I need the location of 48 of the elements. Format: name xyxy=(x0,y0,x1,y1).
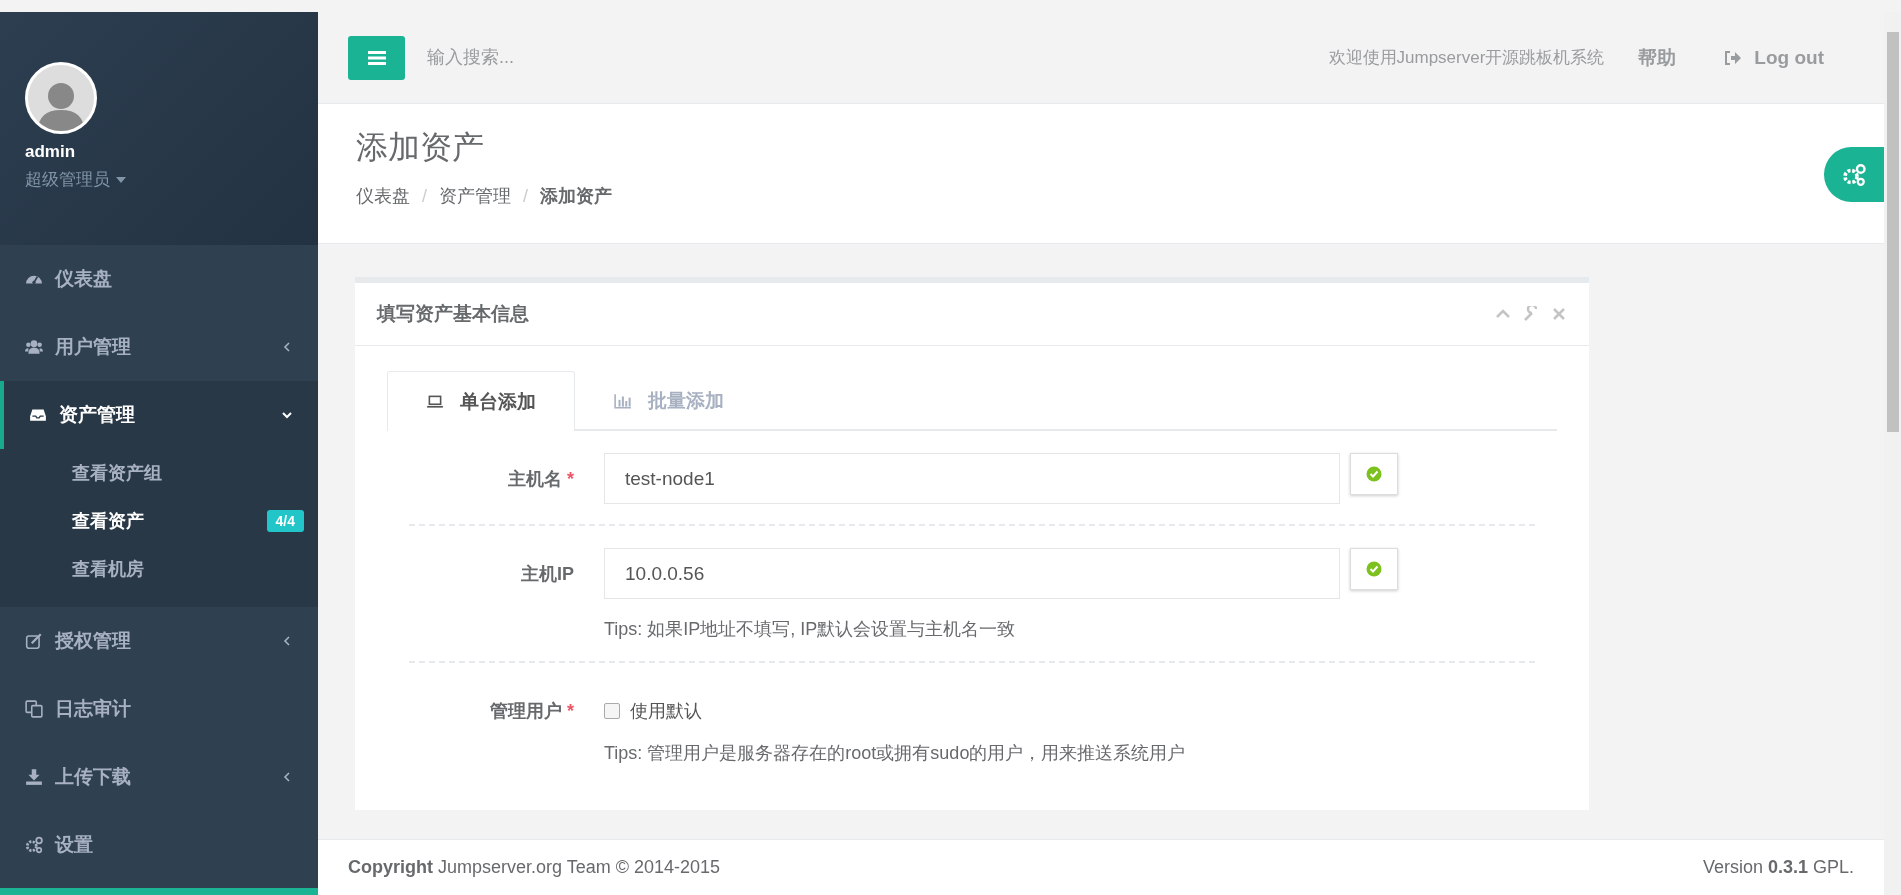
menu-icon xyxy=(367,50,386,65)
submenu-item[interactable]: 查看机房 xyxy=(0,545,318,593)
search-field[interactable]: 输入搜索... xyxy=(425,46,1309,69)
edit-icon xyxy=(25,632,43,650)
breadcrumb-link[interactable]: 仪表盘 xyxy=(356,184,410,208)
field-label: 管理用户 * xyxy=(488,700,574,723)
settings-button[interactable] xyxy=(1824,147,1884,202)
sidebar-item[interactable]: 仪表盘 xyxy=(0,245,318,313)
text-input[interactable]: test-node1 xyxy=(604,453,1340,504)
copy-icon xyxy=(25,700,43,718)
breadcrumb-link[interactable]: 资产管理 xyxy=(439,184,511,208)
gears-icon xyxy=(1842,162,1866,187)
tip-text: Tips: 如果IP地址不填写, IP默认会设置与主机名一致 xyxy=(604,618,1017,641)
sidebar-item[interactable]: 用户管理 xyxy=(0,313,318,381)
menu-button[interactable] xyxy=(348,35,405,80)
tip-text: Tips: 管理用户是服务器存在的root或拥有sudo的用户，用来推送系统用户 xyxy=(604,742,1187,765)
bar-chart-icon xyxy=(614,391,632,410)
user-role-dropdown[interactable]: 超级管理员 xyxy=(25,168,126,191)
copyright-text: Copyright Jumpserver.org Team © 2014-2015 xyxy=(348,857,721,878)
breadcrumb-separator: / xyxy=(422,185,427,207)
gears-icon xyxy=(25,836,43,854)
sidebar-item[interactable]: 日志审计 xyxy=(0,675,318,743)
card-title: 填写资产基本信息 xyxy=(377,302,530,326)
sidebar-item[interactable]: 授权管理 xyxy=(0,607,318,675)
field-label: 主机IP xyxy=(520,563,574,586)
breadcrumb-link[interactable]: 添加资产 xyxy=(540,184,613,208)
close-icon[interactable] xyxy=(1551,306,1567,322)
submenu-item[interactable]: 查看资产 4/4 xyxy=(0,497,318,545)
text-input[interactable]: 10.0.0.56 xyxy=(604,548,1340,599)
user-name: admin xyxy=(25,142,76,162)
caret-icon xyxy=(116,176,126,183)
download-icon xyxy=(25,768,43,786)
version-text: Version 0.3.1 GPL. xyxy=(1702,857,1854,878)
scrollbar-thumb[interactable] xyxy=(1886,32,1899,432)
count-badge: 4/4 xyxy=(266,510,304,532)
inbox-icon xyxy=(29,406,47,424)
sidebar-item[interactable]: 设置 xyxy=(0,811,318,879)
sidebar-item[interactable]: 上传下载 xyxy=(0,743,318,811)
submenu-item[interactable]: 查看资产组 xyxy=(0,449,318,497)
page-title: 添加资产 xyxy=(356,128,485,167)
breadcrumb-separator: / xyxy=(523,185,529,207)
sidebar-item[interactable]: 资产管理 xyxy=(0,381,318,449)
default-checkbox[interactable]: 使用默认 xyxy=(604,685,1535,723)
users-icon xyxy=(25,338,43,356)
tab[interactable]: 单台添加 xyxy=(387,371,575,431)
field-label: 主机名 * xyxy=(506,468,574,491)
welcome-text: 欢迎使用Jumpserver开源跳板机系统 xyxy=(1328,47,1605,69)
sign-out-icon xyxy=(1724,49,1743,66)
